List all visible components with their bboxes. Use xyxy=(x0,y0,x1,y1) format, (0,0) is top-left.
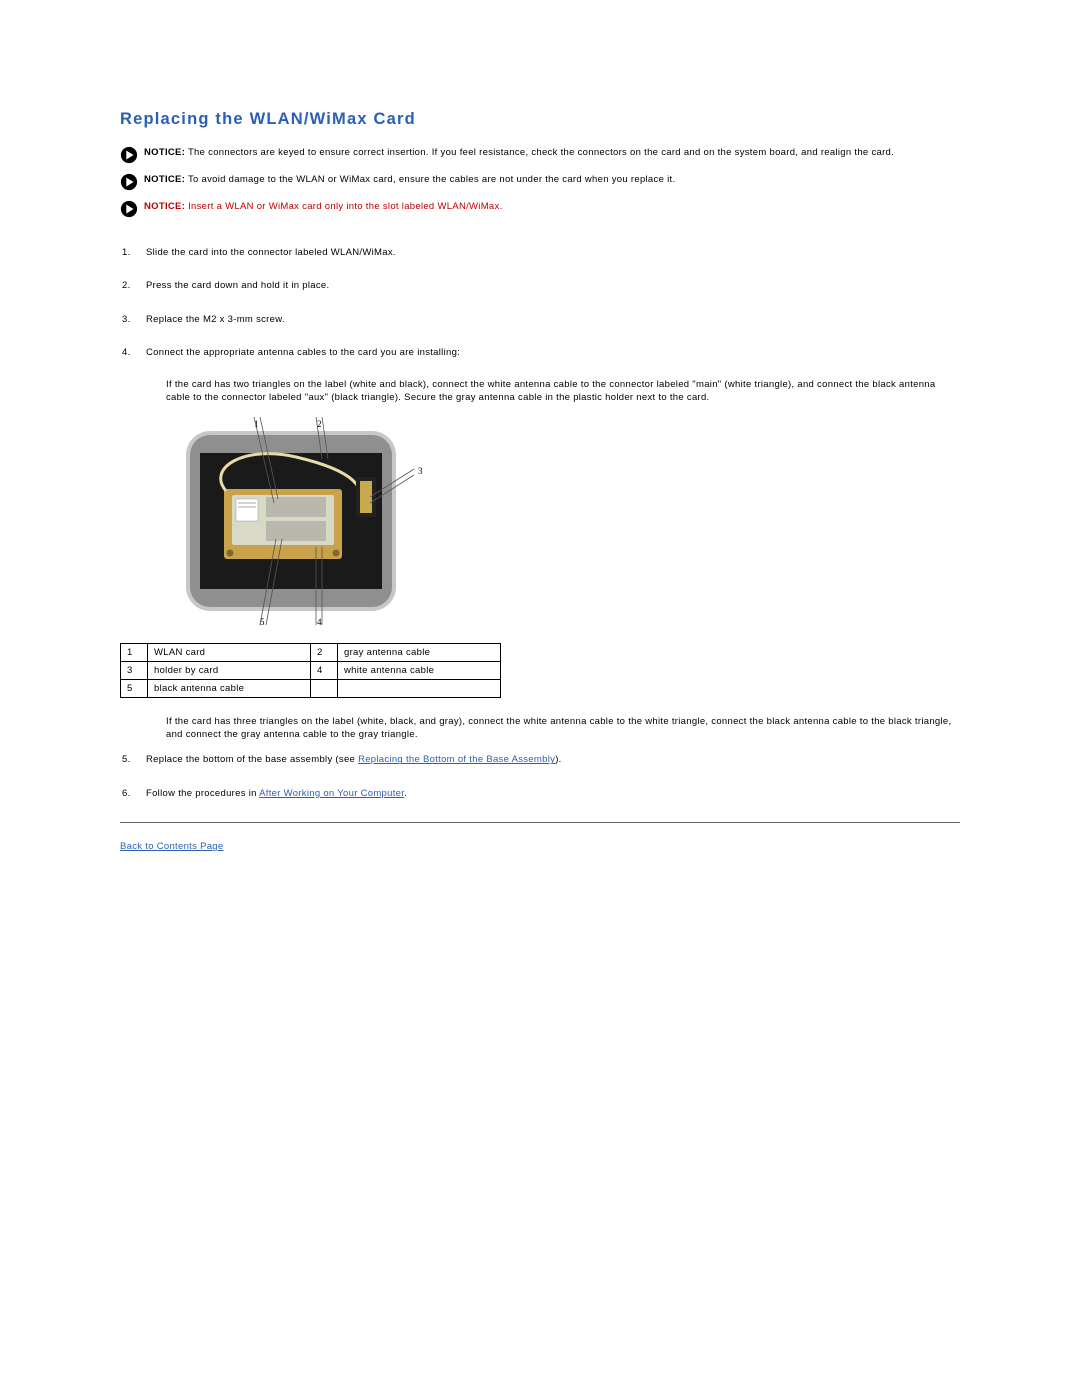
step-5-pre: Replace the bottom of the base assembly … xyxy=(146,754,358,765)
notice-text: NOTICE: To avoid damage to the WLAN or W… xyxy=(144,174,675,187)
diagram-label-2: 2 xyxy=(317,419,322,429)
step-5: Replace the bottom of the base assembly … xyxy=(140,753,960,766)
callout-label: black antenna cable xyxy=(148,679,311,697)
page-content: Replacing the WLAN/WiMax Card NOTICE: Th… xyxy=(0,0,1080,892)
notice-body: Insert a WLAN or WiMax card only into th… xyxy=(188,201,502,212)
back-to-contents-link[interactable]: Back to Contents Page xyxy=(120,841,223,852)
notice-text: NOTICE: The connectors are keyed to ensu… xyxy=(144,147,894,160)
steps-list: Slide the card into the connector labele… xyxy=(120,246,960,359)
step-4-para-2: If the card has three triangles on the l… xyxy=(166,716,960,742)
step-4-para-1: If the card has two triangles on the lab… xyxy=(166,379,960,405)
callout-num: 5 xyxy=(121,679,148,697)
diagram-label-3: 3 xyxy=(418,466,423,476)
notice-text: NOTICE: Insert a WLAN or WiMax card only… xyxy=(144,201,503,214)
callout-label: WLAN card xyxy=(148,643,311,661)
step-4-text: Connect the appropriate antenna cables t… xyxy=(146,347,460,358)
notice-icon xyxy=(120,200,138,218)
notice-icon xyxy=(120,146,138,164)
back-link-wrap: Back to Contents Page xyxy=(120,841,960,852)
callout-label-empty xyxy=(338,679,501,697)
callout-label: holder by card xyxy=(148,661,311,679)
table-row: 3 holder by card 4 white antenna cable xyxy=(121,661,501,679)
diagram: 1 2 3 4 5 xyxy=(166,417,960,627)
section-title: Replacing the WLAN/WiMax Card xyxy=(120,110,960,129)
callout-label: white antenna cable xyxy=(338,661,501,679)
callout-label: gray antenna cable xyxy=(338,643,501,661)
step-6-pre: Follow the procedures in xyxy=(146,788,259,799)
link-replace-base-assembly[interactable]: Replacing the Bottom of the Base Assembl… xyxy=(358,754,555,765)
step-3: Replace the M2 x 3-mm screw. xyxy=(140,313,960,326)
diagram-label-4: 4 xyxy=(317,617,322,627)
callout-num: 4 xyxy=(311,661,338,679)
divider xyxy=(120,822,960,823)
step-6-post: . xyxy=(404,788,407,799)
notice-label: NOTICE: xyxy=(144,147,185,158)
callout-num: 3 xyxy=(121,661,148,679)
link-after-working[interactable]: After Working on Your Computer xyxy=(259,788,404,799)
step-4: Connect the appropriate antenna cables t… xyxy=(140,346,960,359)
step-2: Press the card down and hold it in place… xyxy=(140,279,960,292)
notice-label: NOTICE: xyxy=(144,201,185,212)
table-row: 1 WLAN card 2 gray antenna cable xyxy=(121,643,501,661)
notice-row: NOTICE: The connectors are keyed to ensu… xyxy=(120,147,960,164)
step-5-post: ). xyxy=(555,754,561,765)
diagram-label-5: 5 xyxy=(260,617,265,627)
notice-body: To avoid damage to the WLAN or WiMax car… xyxy=(188,174,675,185)
step-6: Follow the procedures in After Working o… xyxy=(140,787,960,800)
callout-num: 2 xyxy=(311,643,338,661)
notice-row: NOTICE: To avoid damage to the WLAN or W… xyxy=(120,174,960,191)
notice-row: NOTICE: Insert a WLAN or WiMax card only… xyxy=(120,201,960,218)
notice-label: NOTICE: xyxy=(144,174,185,185)
callout-num: 1 xyxy=(121,643,148,661)
notice-icon xyxy=(120,173,138,191)
table-row: 5 black antenna cable xyxy=(121,679,501,697)
step-1: Slide the card into the connector labele… xyxy=(140,246,960,259)
callout-num-empty xyxy=(311,679,338,697)
callout-table: 1 WLAN card 2 gray antenna cable 3 holde… xyxy=(120,643,501,698)
steps-list-cont: Replace the bottom of the base assembly … xyxy=(120,753,960,800)
diagram-label-1: 1 xyxy=(254,419,259,429)
notice-body: The connectors are keyed to ensure corre… xyxy=(188,147,894,158)
